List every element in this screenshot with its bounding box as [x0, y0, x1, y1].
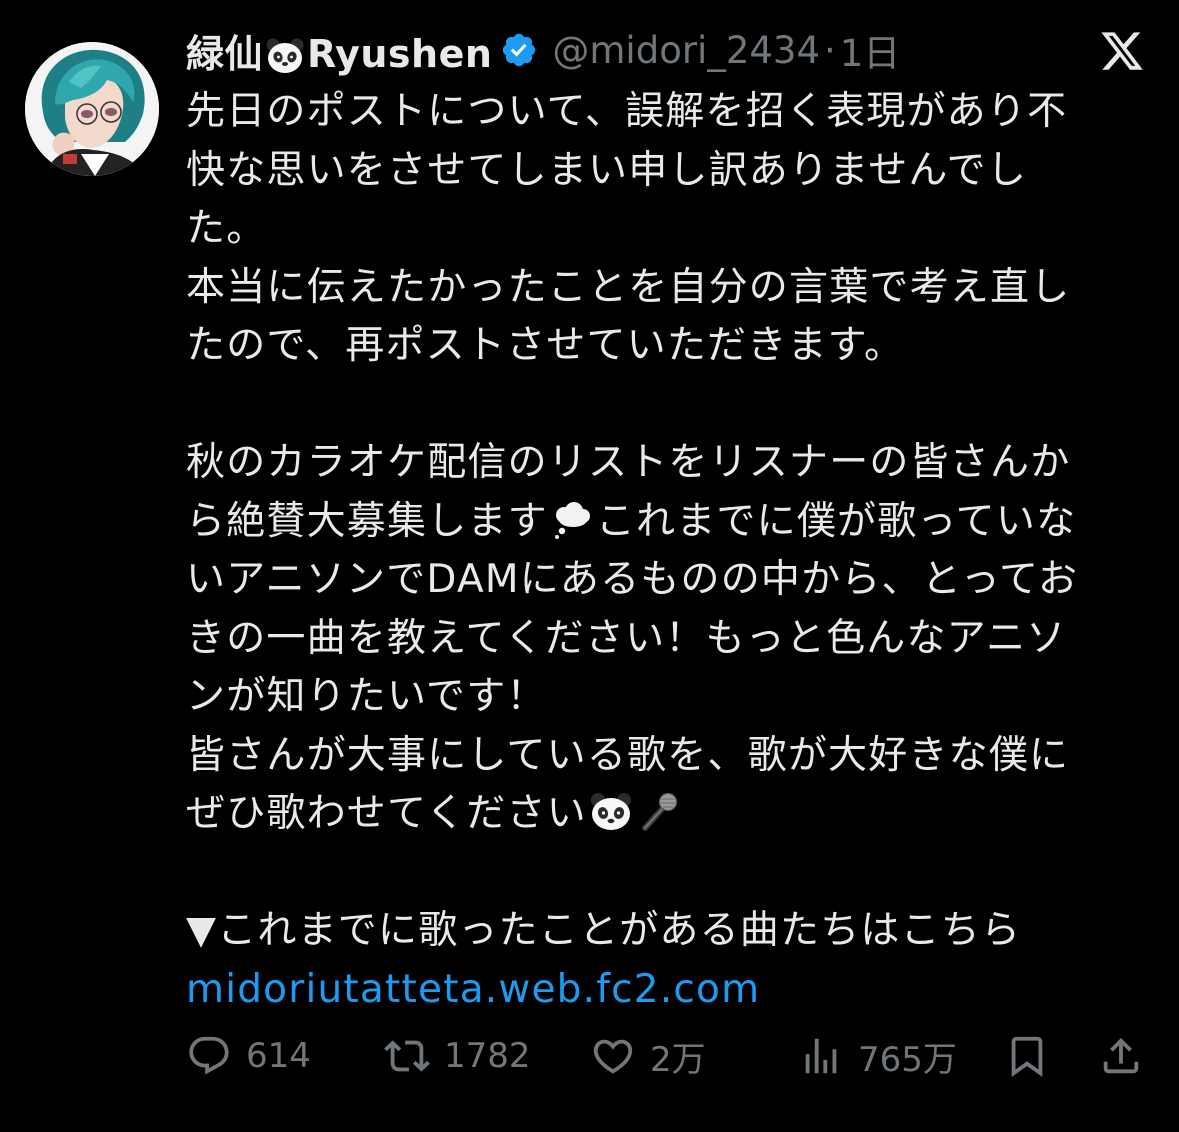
post-line: ンが知りたいです！ [186, 674, 547, 719]
post-line: いアニソンでDAMにあるものの中から、とってお [186, 557, 1079, 602]
post-line: 皆さんが大事にしている歌を、歌が大好きな僕に [186, 732, 1070, 778]
bookmark-icon [1011, 1036, 1043, 1077]
display-name[interactable]: 緑仙 Ryushen [186, 23, 492, 78]
avatar[interactable] [25, 42, 159, 176]
post-line: 快な思いをさせてしまい申し訳ありませんでし [186, 147, 1028, 193]
post-line: たので、再ポストさせていただきます。 [186, 323, 905, 368]
post-line-with-emoji: ぜひ歌わせてください [186, 785, 1146, 844]
post-line-part: ぜひ歌わせてください [186, 791, 587, 836]
post-line-with-emoji: ら絶賛大募集します これまでに僕が歌っていな [186, 493, 1146, 552]
post-time[interactable]: 1日 [840, 23, 901, 77]
post-blank-line [186, 844, 1146, 903]
tweet[interactable]: 緑仙 Ryushen @midori_2434 · 1日 先日のポストについて、… [0, 0, 1179, 1132]
author-handle[interactable]: @midori_2434 [552, 29, 820, 72]
thought-balloon-emoji [554, 501, 590, 539]
separator-dot: · [824, 28, 836, 72]
like-button[interactable]: 2万 [590, 1030, 706, 1082]
like-count: 2万 [650, 1039, 706, 1080]
post-line: きの一曲を教えてください！もっと色んなアニソ [186, 615, 1067, 661]
repost-button[interactable]: 1782 [384, 1030, 531, 1082]
panda-face-emoji [590, 793, 631, 830]
share-button[interactable] [1098, 1030, 1144, 1082]
repost-count: 1782 [444, 1036, 531, 1076]
post-link[interactable]: midoriutatteta.web.fc2.com [186, 967, 760, 1012]
heart-icon [593, 1039, 633, 1074]
display-name-suffix: Ryushen [307, 31, 493, 76]
post-blank-line [186, 376, 1146, 435]
post-line-part: ら絶賛大募集します [186, 498, 548, 544]
action-bar: 614 1782 2万 765万 [186, 1030, 1146, 1082]
reply-button[interactable]: 614 [186, 1030, 311, 1082]
post-line: た。 [186, 206, 267, 251]
microphone-emoji [641, 792, 677, 831]
tweet-header: 緑仙 Ryushen @midori_2434 · 1日 [186, 22, 900, 78]
views-chart-icon [805, 1038, 837, 1074]
x-logo-icon[interactable] [1098, 28, 1146, 74]
post-text: 先日のポストについて、誤解を招く表現があり不 快な思いをさせてしまい申し訳ありま… [186, 83, 1146, 1019]
post-line: 先日のポストについて、誤解を招く表現があり不 [186, 89, 1068, 134]
post-line: 秋のカラオケ配信のリストをリスナーの皆さんか [186, 440, 1071, 485]
reply-count: 614 [246, 1036, 311, 1076]
verified-badge-icon[interactable] [500, 31, 538, 69]
bookmark-button[interactable] [1004, 1030, 1050, 1082]
share-icon [1103, 1037, 1139, 1074]
post-line: 本当に伝えたかったことを自分の言葉で考え直し [186, 264, 1071, 310]
avatar-illustration [25, 42, 159, 176]
views-count: 765万 [858, 1039, 957, 1080]
post-link-line: midoriutatteta.web.fc2.com [186, 961, 1146, 1020]
post-line: ▼これまでに歌ったことがある曲たちはこちら [186, 908, 1022, 953]
post-line-part: これまでに僕が歌っていな [595, 498, 1077, 544]
display-name-prefix: 緑仙 [186, 31, 264, 76]
repost-icon [384, 1040, 430, 1072]
views-button[interactable]: 765万 [798, 1030, 957, 1082]
panda-face-emoji [266, 38, 304, 73]
reply-icon [189, 1036, 229, 1075]
